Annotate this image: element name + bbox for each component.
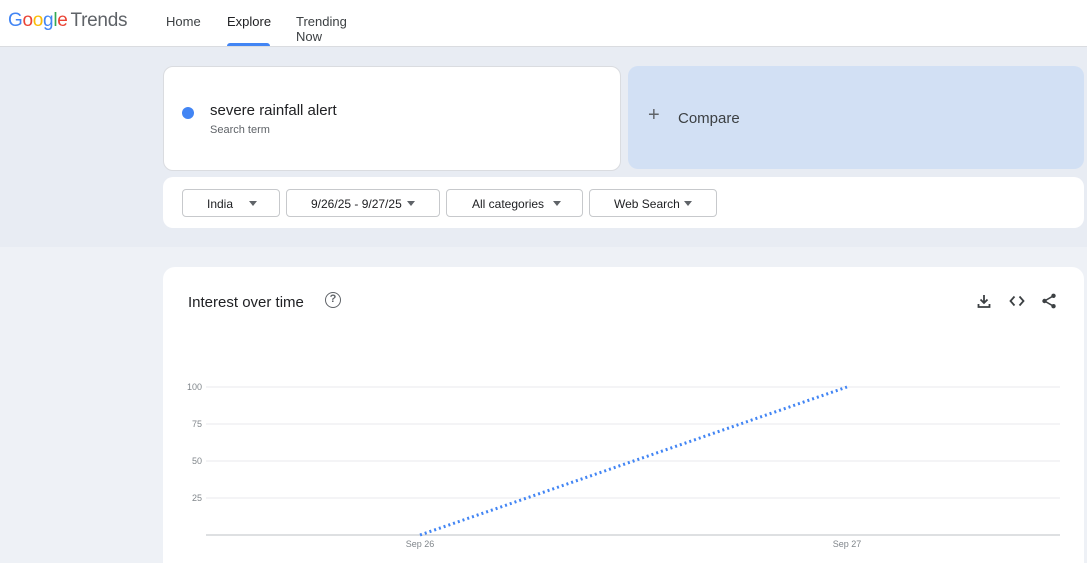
search-term-text[interactable]: severe rainfall alert <box>210 102 337 119</box>
interest-line-chart: 25 50 75 100 Sep 26 Sep 27 <box>187 382 1060 549</box>
tab-trending-now[interactable]: Trending Now <box>296 14 347 44</box>
region-filter[interactable]: India <box>182 189 280 217</box>
y-tick-label: 100 <box>187 382 202 392</box>
date-range-filter[interactable]: 9/26/25 - 9/27/25 <box>286 189 440 217</box>
category-filter[interactable]: All categories <box>446 189 583 217</box>
x-tick-label: Sep 26 <box>406 539 435 549</box>
plus-icon: + <box>648 104 660 126</box>
logo-trends-text: Trends <box>70 10 128 31</box>
chevron-down-icon <box>249 201 257 206</box>
logo-letter: o <box>22 10 33 31</box>
chevron-down-icon <box>407 201 415 206</box>
chevron-down-icon <box>684 201 692 206</box>
compare-label: Compare <box>678 110 740 127</box>
google-trends-logo[interactable]: Google Trends <box>8 10 127 32</box>
tab-explore[interactable]: Explore <box>227 14 271 29</box>
interest-over-time-card: Interest over time ? 25 50 75 100 Sep 26 Sep … <box>163 267 1084 563</box>
search-type-filter[interactable]: Web Search <box>589 189 717 217</box>
chevron-down-icon <box>553 201 561 206</box>
logo-letter: g <box>43 10 54 31</box>
logo-letter: G <box>8 10 23 31</box>
y-tick-label: 75 <box>192 419 202 429</box>
tab-home[interactable]: Home <box>166 14 201 29</box>
active-tab-indicator <box>227 43 270 46</box>
y-tick-label: 50 <box>192 456 202 466</box>
search-term-type: Search term <box>210 124 270 136</box>
y-tick-label: 25 <box>192 493 202 503</box>
compare-button[interactable]: + Compare <box>628 66 1084 169</box>
region-filter-label: India <box>207 197 234 211</box>
logo-letter: e <box>57 10 68 31</box>
search-type-filter-label: Web Search <box>614 197 680 211</box>
x-tick-label: Sep 27 <box>833 539 862 549</box>
filter-bar: India 9/26/25 - 9/27/25 All categories W… <box>163 177 1084 228</box>
logo-letter: o <box>32 10 44 31</box>
date-range-filter-label: 9/26/25 - 9/27/25 <box>311 197 402 211</box>
category-filter-label: All categories <box>472 197 545 211</box>
top-bar: Google Trends Home Explore Trending Now <box>0 0 1087 47</box>
search-term-card[interactable]: severe rainfall alert Search term <box>163 66 621 171</box>
term-color-dot <box>182 107 194 119</box>
